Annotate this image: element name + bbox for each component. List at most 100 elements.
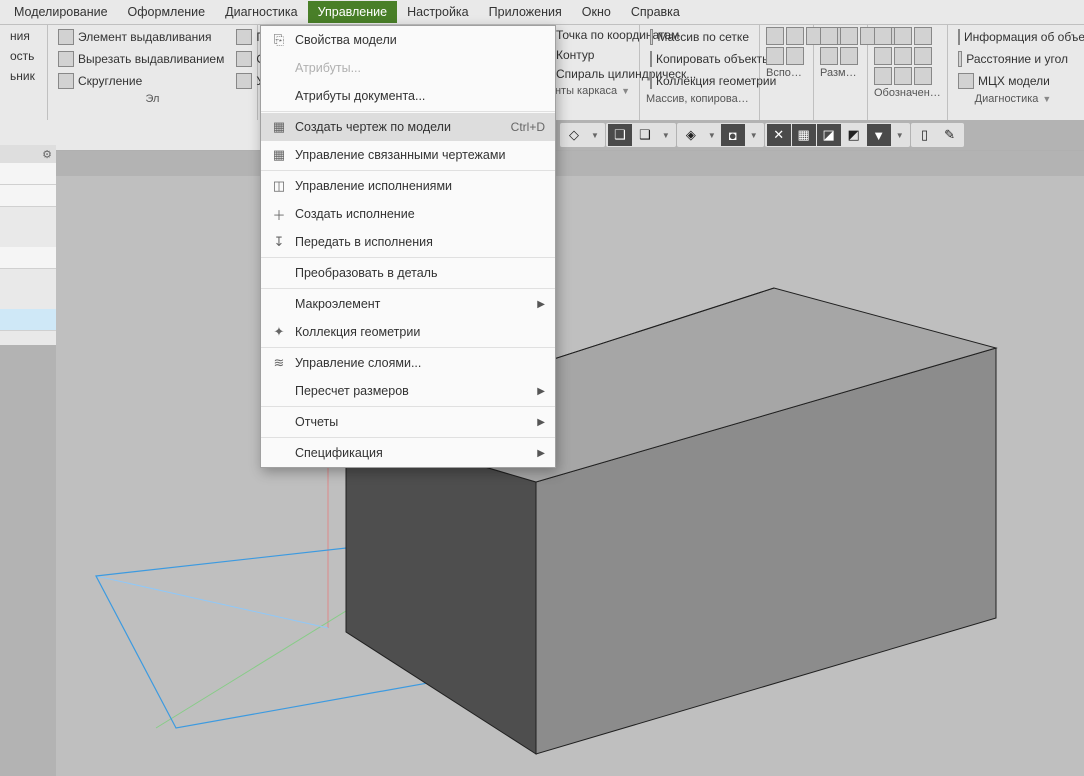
dropdown-item-shortcut: Ctrl+D [511, 120, 545, 134]
dim-icon[interactable] [820, 47, 838, 65]
qbtn-cube[interactable]: ❑ [608, 124, 632, 146]
qbtn[interactable]: ▦ [792, 124, 816, 146]
aux-icon[interactable] [786, 47, 804, 65]
designation-icon[interactable] [894, 67, 912, 85]
dropdown-item-label: Создать исполнение [289, 207, 545, 221]
dropdown-item[interactable]: ◫Управление исполнениями [261, 172, 555, 200]
contour-button[interactable]: Контур [552, 46, 633, 64]
dropdown-item[interactable]: ▦Управление связанными чертежами [261, 141, 555, 169]
dropdown-item-label: Атрибуты... [289, 61, 545, 75]
dropdown-item-label: Отчеты [289, 415, 537, 429]
aux-icon[interactable] [766, 27, 784, 45]
dropdown-item[interactable]: Атрибуты документа... [261, 82, 555, 110]
object-info-button[interactable]: Информация об объекте [954, 27, 1072, 47]
dropdown-item-icon: ＋ [269, 205, 289, 224]
dropdown-item[interactable]: ⎘Свойства модели [261, 26, 555, 54]
dropdown-item-label: Создать чертеж по модели [289, 120, 511, 134]
dim-icon[interactable] [840, 47, 858, 65]
collection-icon [650, 73, 652, 89]
menu-manage[interactable]: Управление [308, 1, 398, 23]
menu-window[interactable]: Окно [572, 1, 621, 23]
qbtn-filter[interactable]: ▼ [867, 124, 891, 146]
qbtn[interactable]: ◈ [679, 124, 703, 146]
designation-icon[interactable] [914, 47, 932, 65]
tree-row-selected[interactable] [0, 309, 56, 331]
aux-icon-grid [766, 27, 807, 65]
dropdown-item[interactable]: Пересчет размеров▶ [261, 377, 555, 405]
dropdown-item-label: Управление слоями... [289, 356, 545, 370]
dropdown-item-icon: ✦ [269, 324, 289, 340]
spiral-button[interactable]: Спираль цилиндрическ... [552, 66, 633, 83]
dropdown-item[interactable]: ✦Коллекция геометрии [261, 318, 555, 346]
dropdown-item-label: Передать в исполнения [289, 235, 545, 249]
geometry-collection-button[interactable]: Коллекция геометрии [646, 71, 753, 91]
designation-icon[interactable] [874, 47, 892, 65]
qbtn[interactable]: ◪ [817, 124, 841, 146]
dim-icon[interactable] [820, 27, 838, 45]
designation-icon[interactable] [894, 47, 912, 65]
dropdown-item-label: Спецификация [289, 446, 537, 460]
ribbon-cut-item[interactable]: ьник [6, 67, 41, 85]
distance-angle-button[interactable]: Расстояние и угол [954, 49, 1072, 69]
dim-icon[interactable] [840, 27, 858, 45]
menu-apps[interactable]: Приложения [479, 1, 572, 23]
qbtn[interactable]: ◇ [562, 124, 586, 146]
qbtn[interactable]: ◘ [721, 124, 745, 146]
dropdown-item[interactable]: Преобразовать в деталь [261, 259, 555, 287]
dropdown-item[interactable]: ＋Создать исполнение [261, 200, 555, 228]
mass-icon [958, 73, 974, 89]
qbtn[interactable]: ❑ [633, 124, 657, 146]
mass-props-button[interactable]: МЦХ модели [954, 71, 1072, 91]
menu-diagnostics[interactable]: Диагностика [215, 1, 307, 23]
menu-help[interactable]: Справка [621, 1, 690, 23]
designation-icon[interactable] [914, 27, 932, 45]
ribbon-cut-item[interactable]: ния [6, 27, 41, 45]
designation-icon[interactable] [894, 27, 912, 45]
dropdown-item-label: Свойства модели [289, 33, 545, 47]
aux-icon[interactable] [766, 47, 784, 65]
designation-icon[interactable] [874, 67, 892, 85]
dropdown-item[interactable]: ≋Управление слоями... [261, 349, 555, 377]
extrude-button[interactable]: Элемент выдавливания [54, 27, 228, 47]
extrude-icon [58, 29, 74, 45]
submenu-arrow-icon: ▶ [537, 299, 545, 310]
submenu-arrow-icon: ▶ [537, 448, 545, 459]
point-coord-button[interactable]: Точка по координатам [552, 27, 633, 44]
dropdown-item-icon: ▦ [269, 119, 289, 135]
menu-settings[interactable]: Настройка [397, 1, 479, 23]
dropdown-item-label: Преобразовать в деталь [289, 266, 545, 280]
cut-extrude-button[interactable]: Вырезать выдавливанием [54, 49, 228, 69]
distance-icon [958, 51, 962, 67]
thicken-icon [236, 29, 252, 45]
menu-modeling[interactable]: Моделирование [4, 1, 118, 23]
qbtn[interactable]: ✎ [938, 124, 962, 146]
menubar: Моделирование Оформление Диагностика Упр… [0, 0, 1084, 25]
dropdown-item[interactable]: ▦Создать чертеж по моделиCtrl+D [261, 113, 555, 141]
designation-icon[interactable] [874, 27, 892, 45]
dropdown-item[interactable]: ↧Передать в исполнения [261, 228, 555, 256]
dropdown-item[interactable]: Спецификация▶ [261, 439, 555, 467]
dropdown-item-label: Атрибуты документа... [289, 89, 545, 103]
array-icon [650, 29, 653, 45]
dropdown-item[interactable]: Отчеты▶ [261, 408, 555, 436]
copy-objects-button[interactable]: Копировать объекты [646, 49, 753, 69]
qbtn[interactable]: ◩ [842, 124, 866, 146]
tree-row[interactable] [0, 185, 56, 207]
ribbon-cut-item[interactable]: ость [6, 47, 41, 65]
tree-row[interactable] [0, 247, 56, 269]
cut-extrude-icon [58, 51, 74, 67]
array-grid-button[interactable]: Массив по сетке [646, 27, 753, 47]
aux-icon[interactable] [786, 27, 804, 45]
dropdown-item-label: Макроэлемент [289, 297, 537, 311]
menu-design[interactable]: Оформление [118, 1, 216, 23]
dropdown-item-label: Пересчет размеров [289, 384, 537, 398]
qbtn[interactable]: ▯ [913, 124, 937, 146]
3d-viewport[interactable] [56, 176, 1084, 776]
fillet-button[interactable]: Скругление [54, 71, 228, 91]
panel-settings-icon[interactable]: ⚙ [0, 145, 56, 163]
tree-row[interactable] [0, 163, 56, 185]
submenu-arrow-icon: ▶ [537, 417, 545, 428]
designation-icon[interactable] [914, 67, 932, 85]
qbtn[interactable]: ✕ [767, 124, 791, 146]
dropdown-item[interactable]: Макроэлемент▶ [261, 290, 555, 318]
